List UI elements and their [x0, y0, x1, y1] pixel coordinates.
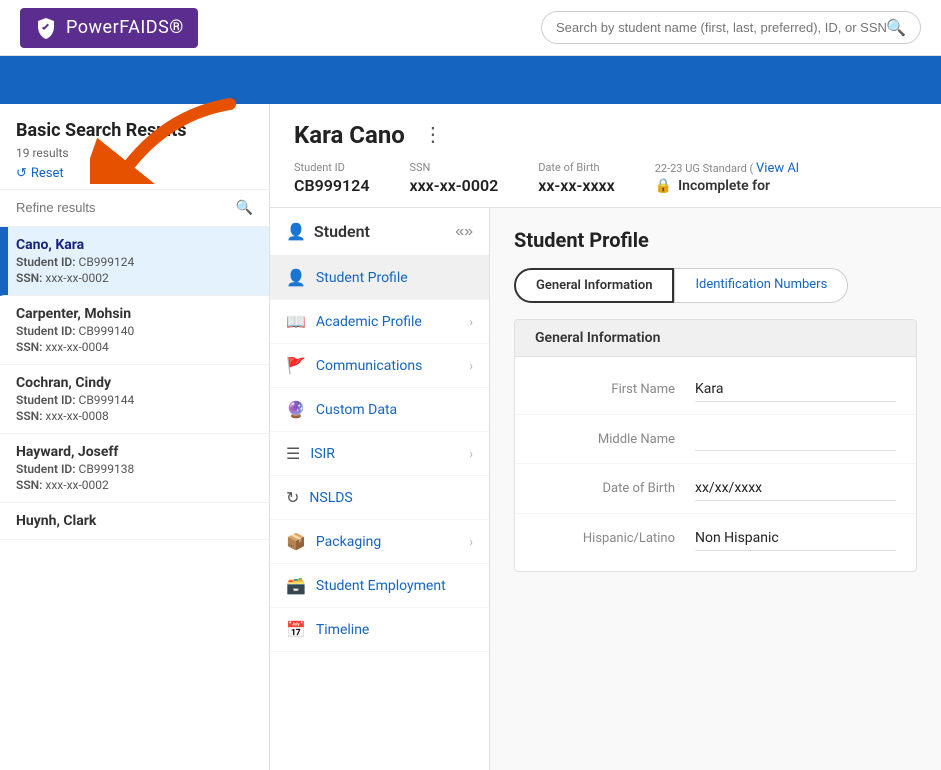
box-icon: 📦 [286, 532, 306, 551]
calendar-icon: 📅 [286, 620, 306, 639]
form-row-hispanic: Hispanic/Latino Non Hispanic [515, 514, 916, 563]
form-row-dob: Date of Birth xx/xx/xxxx [515, 464, 916, 514]
nav-menu-header: 👤 Student «» [270, 208, 489, 256]
student-ssn-detail: SSN: xxx-xx-0002 [16, 271, 253, 285]
logo[interactable]: PowerFAIDS® [20, 8, 198, 48]
list-item[interactable]: Hayward, Joseff Student ID: CB999138 SSN… [0, 434, 269, 503]
list-item[interactable]: Cochran, Cindy Student ID: CB999144 SSN:… [0, 365, 269, 434]
search-input[interactable] [556, 20, 886, 35]
sidebar-count: 19 results [16, 146, 253, 160]
lock-icon: 🔒 [655, 178, 672, 194]
ssn-meta: SSN xxx-xx-0002 [409, 161, 498, 195]
sidebar-header: Basic Search Results 19 results ↺ Reset [0, 104, 269, 190]
blue-banner [0, 56, 941, 104]
list-icon: ☰ [286, 444, 300, 463]
collapse-nav-button[interactable]: «» [455, 223, 473, 241]
list-item[interactable]: Cano, Kara Student ID: CB999124 SSN: xxx… [0, 227, 269, 296]
student-name: Cano, Kara [16, 237, 253, 253]
nav-item-communications[interactable]: 🚩 Communications › [270, 344, 489, 388]
student-name: Carpenter, Mohsin [16, 306, 253, 322]
form-rows: First Name Kara Middle Name Date of Birt… [515, 357, 916, 571]
view-all-link[interactable]: View Al [756, 161, 799, 176]
refine-input[interactable] [16, 200, 236, 215]
nav-item-timeline[interactable]: 📅 Timeline [270, 608, 489, 652]
nav-item-custom-data[interactable]: 🔮 Custom Data [270, 388, 489, 432]
student-id-meta: Student ID CB999124 [294, 161, 369, 195]
dob-meta: Date of Birth xx-xx-xxxx [538, 161, 614, 195]
tab-general-information[interactable]: General Information [514, 268, 674, 303]
nav-menu: 👤 Student «» 👤 Student Profile 📖 Academi… [270, 208, 490, 770]
student-ssn-detail: SSN: xxx-xx-0002 [16, 478, 253, 492]
nav-item-academic-profile[interactable]: 📖 Academic Profile › [270, 300, 489, 344]
reset-icon: ↺ [16, 166, 27, 181]
student-name: Cochran, Cindy [16, 375, 253, 391]
middle-name-value [695, 427, 896, 451]
profile-title: Student Profile [514, 228, 917, 252]
profile-area: Student Profile General Information Iden… [490, 208, 941, 770]
nav-item-packaging[interactable]: 📦 Packaging › [270, 520, 489, 564]
nav-item-isir[interactable]: ☰ ISIR › [270, 432, 489, 476]
nav-item-student-employment[interactable]: 🗃️ Student Employment [270, 564, 489, 608]
sidebar-title: Basic Search Results [16, 120, 253, 142]
refresh-icon: ↻ [286, 488, 299, 507]
briefcase-icon: 🗃️ [286, 576, 306, 595]
reset-button[interactable]: ↺ Reset [16, 166, 253, 181]
nav-item-student-profile[interactable]: 👤 Student Profile [270, 256, 489, 300]
flag-icon: 🚩 [286, 356, 306, 375]
student-name: Hayward, Joseff [16, 444, 253, 460]
chevron-right-icon: › [469, 535, 473, 549]
student-name: Huynh, Clark [16, 513, 253, 529]
shield-icon [34, 16, 58, 40]
nav-menu-title: 👤 Student [286, 222, 370, 241]
kebab-menu-button[interactable]: ⋮ [417, 120, 449, 149]
student-id-detail: Student ID: CB999124 [16, 255, 253, 269]
tab-identification-numbers[interactable]: Identification Numbers [674, 268, 848, 303]
student-id-detail: Student ID: CB999144 [16, 393, 253, 407]
student-ssn-detail: SSN: xxx-xx-0008 [16, 409, 253, 423]
book-icon: 📖 [286, 312, 306, 331]
first-name-value: Kara [695, 377, 896, 402]
logo-text: PowerFAIDS® [66, 17, 184, 38]
dob-label: Date of Birth [535, 481, 695, 496]
content-body: 👤 Student «» 👤 Student Profile 📖 Academi… [270, 208, 941, 770]
person-icon: 👤 [286, 268, 306, 287]
section-header: General Information [515, 320, 916, 357]
first-name-label: First Name [535, 382, 695, 397]
sidebar: Basic Search Results 19 results ↺ Reset … [0, 104, 270, 770]
student-id-detail: Student ID: CB999138 [16, 462, 253, 476]
app-header: PowerFAIDS® 🔍 [0, 0, 941, 56]
search-icon: 🔍 [886, 18, 906, 37]
list-item[interactable]: Huynh, Clark [0, 503, 269, 540]
student-header: Kara Cano ⋮ Student ID CB999124 SSN xxx-… [270, 104, 941, 208]
general-info-section: General Information First Name Kara Midd… [514, 319, 917, 572]
refine-bar: 🔍 [0, 190, 269, 227]
chevron-right-icon: › [469, 447, 473, 461]
student-list: Cano, Kara Student ID: CB999124 SSN: xxx… [0, 227, 269, 770]
search-bar[interactable]: 🔍 [541, 11, 921, 44]
student-main-name: Kara Cano [294, 121, 405, 149]
chevron-right-icon: › [469, 359, 473, 373]
chevron-right-icon: › [469, 315, 473, 329]
list-item[interactable]: Carpenter, Mohsin Student ID: CB999140 S… [0, 296, 269, 365]
student-id-detail: Student ID: CB999140 [16, 324, 253, 338]
person-icon: 👤 [286, 222, 306, 241]
main-layout: Basic Search Results 19 results ↺ Reset … [0, 104, 941, 770]
middle-name-label: Middle Name [535, 432, 695, 447]
hispanic-value: Non Hispanic [695, 526, 896, 551]
profile-tabs: General Information Identification Numbe… [514, 268, 917, 303]
search-icon: 🔍 [236, 200, 253, 216]
form-row-middle-name: Middle Name [515, 415, 916, 464]
nav-item-nslds[interactable]: ↻ NSLDS [270, 476, 489, 520]
dob-value: xx/xx/xxxx [695, 476, 896, 501]
student-ssn-detail: SSN: xxx-xx-0004 [16, 340, 253, 354]
hispanic-label: Hispanic/Latino [535, 531, 695, 546]
content-area: Kara Cano ⋮ Student ID CB999124 SSN xxx-… [270, 104, 941, 770]
form-row-first-name: First Name Kara [515, 365, 916, 415]
data-icon: 🔮 [286, 400, 306, 419]
status-meta: 22-23 UG Standard ( View Al 🔒 Incomplete… [655, 161, 799, 194]
